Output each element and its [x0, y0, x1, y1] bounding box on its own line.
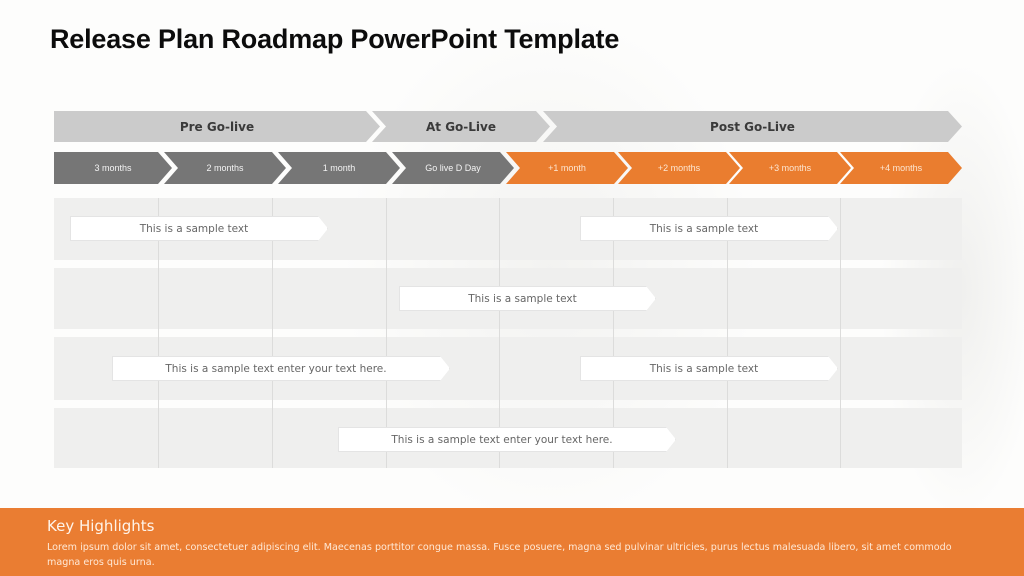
timeline-step: 2 months: [164, 152, 286, 184]
key-highlights-panel: Key Highlights Lorem ipsum dolor sit ame…: [0, 508, 1024, 576]
grid-column-line: [840, 198, 841, 468]
timeline-step: +2 months: [618, 152, 740, 184]
task-bar[interactable]: This is a sample text enter your text he…: [338, 427, 676, 452]
timeline-label: +1 month: [548, 163, 586, 173]
timeline-label: +2 months: [657, 163, 701, 173]
task-text: This is a sample text: [468, 292, 577, 305]
timeline-label: Go live D Day: [425, 163, 481, 173]
task-text: This is a sample text enter your text he…: [391, 433, 613, 446]
phase-at-go-live: At Go-Live: [372, 111, 550, 142]
timeline-step: 3 months: [54, 152, 172, 184]
timeline-step: Go live D Day: [392, 152, 514, 184]
phase-label: At Go-Live: [426, 119, 496, 134]
phase-label: Post Go-Live: [710, 119, 795, 134]
timeline-label: +4 months: [879, 163, 923, 173]
timeline-label: 2 months: [206, 163, 244, 173]
timeline-step: +3 months: [729, 152, 851, 184]
slide-title: Release Plan Roadmap PowerPoint Template: [50, 24, 620, 54]
phase-pre-go-live: Pre Go-live: [54, 111, 380, 142]
phase-post-go-live: Post Go-Live: [543, 111, 962, 142]
key-highlights-title: Key Highlights: [47, 517, 155, 535]
task-bar[interactable]: This is a sample text enter your text he…: [112, 356, 450, 381]
timeline-step: 1 month: [278, 152, 400, 184]
timeline-label: 1 month: [322, 163, 356, 173]
timeline-step: +1 month: [506, 152, 628, 184]
task-text: This is a sample text: [139, 222, 249, 235]
timeline-label: +3 months: [768, 163, 812, 173]
key-highlights-body: Lorem ipsum dolor sit amet, consectetuer…: [47, 542, 952, 568]
task-bar[interactable]: This is a sample text: [399, 286, 656, 311]
task-text: This is a sample text: [649, 362, 759, 375]
timeline-label: 3 months: [94, 163, 132, 173]
task-bar[interactable]: This is a sample text: [580, 216, 838, 241]
task-bar[interactable]: This is a sample text: [580, 356, 838, 381]
task-text: This is a sample text enter your text he…: [165, 362, 387, 375]
task-text: This is a sample text: [649, 222, 759, 235]
timeline-step: +4 months: [840, 152, 962, 184]
phase-label: Pre Go-live: [179, 119, 255, 134]
task-bar[interactable]: This is a sample text: [70, 216, 328, 241]
